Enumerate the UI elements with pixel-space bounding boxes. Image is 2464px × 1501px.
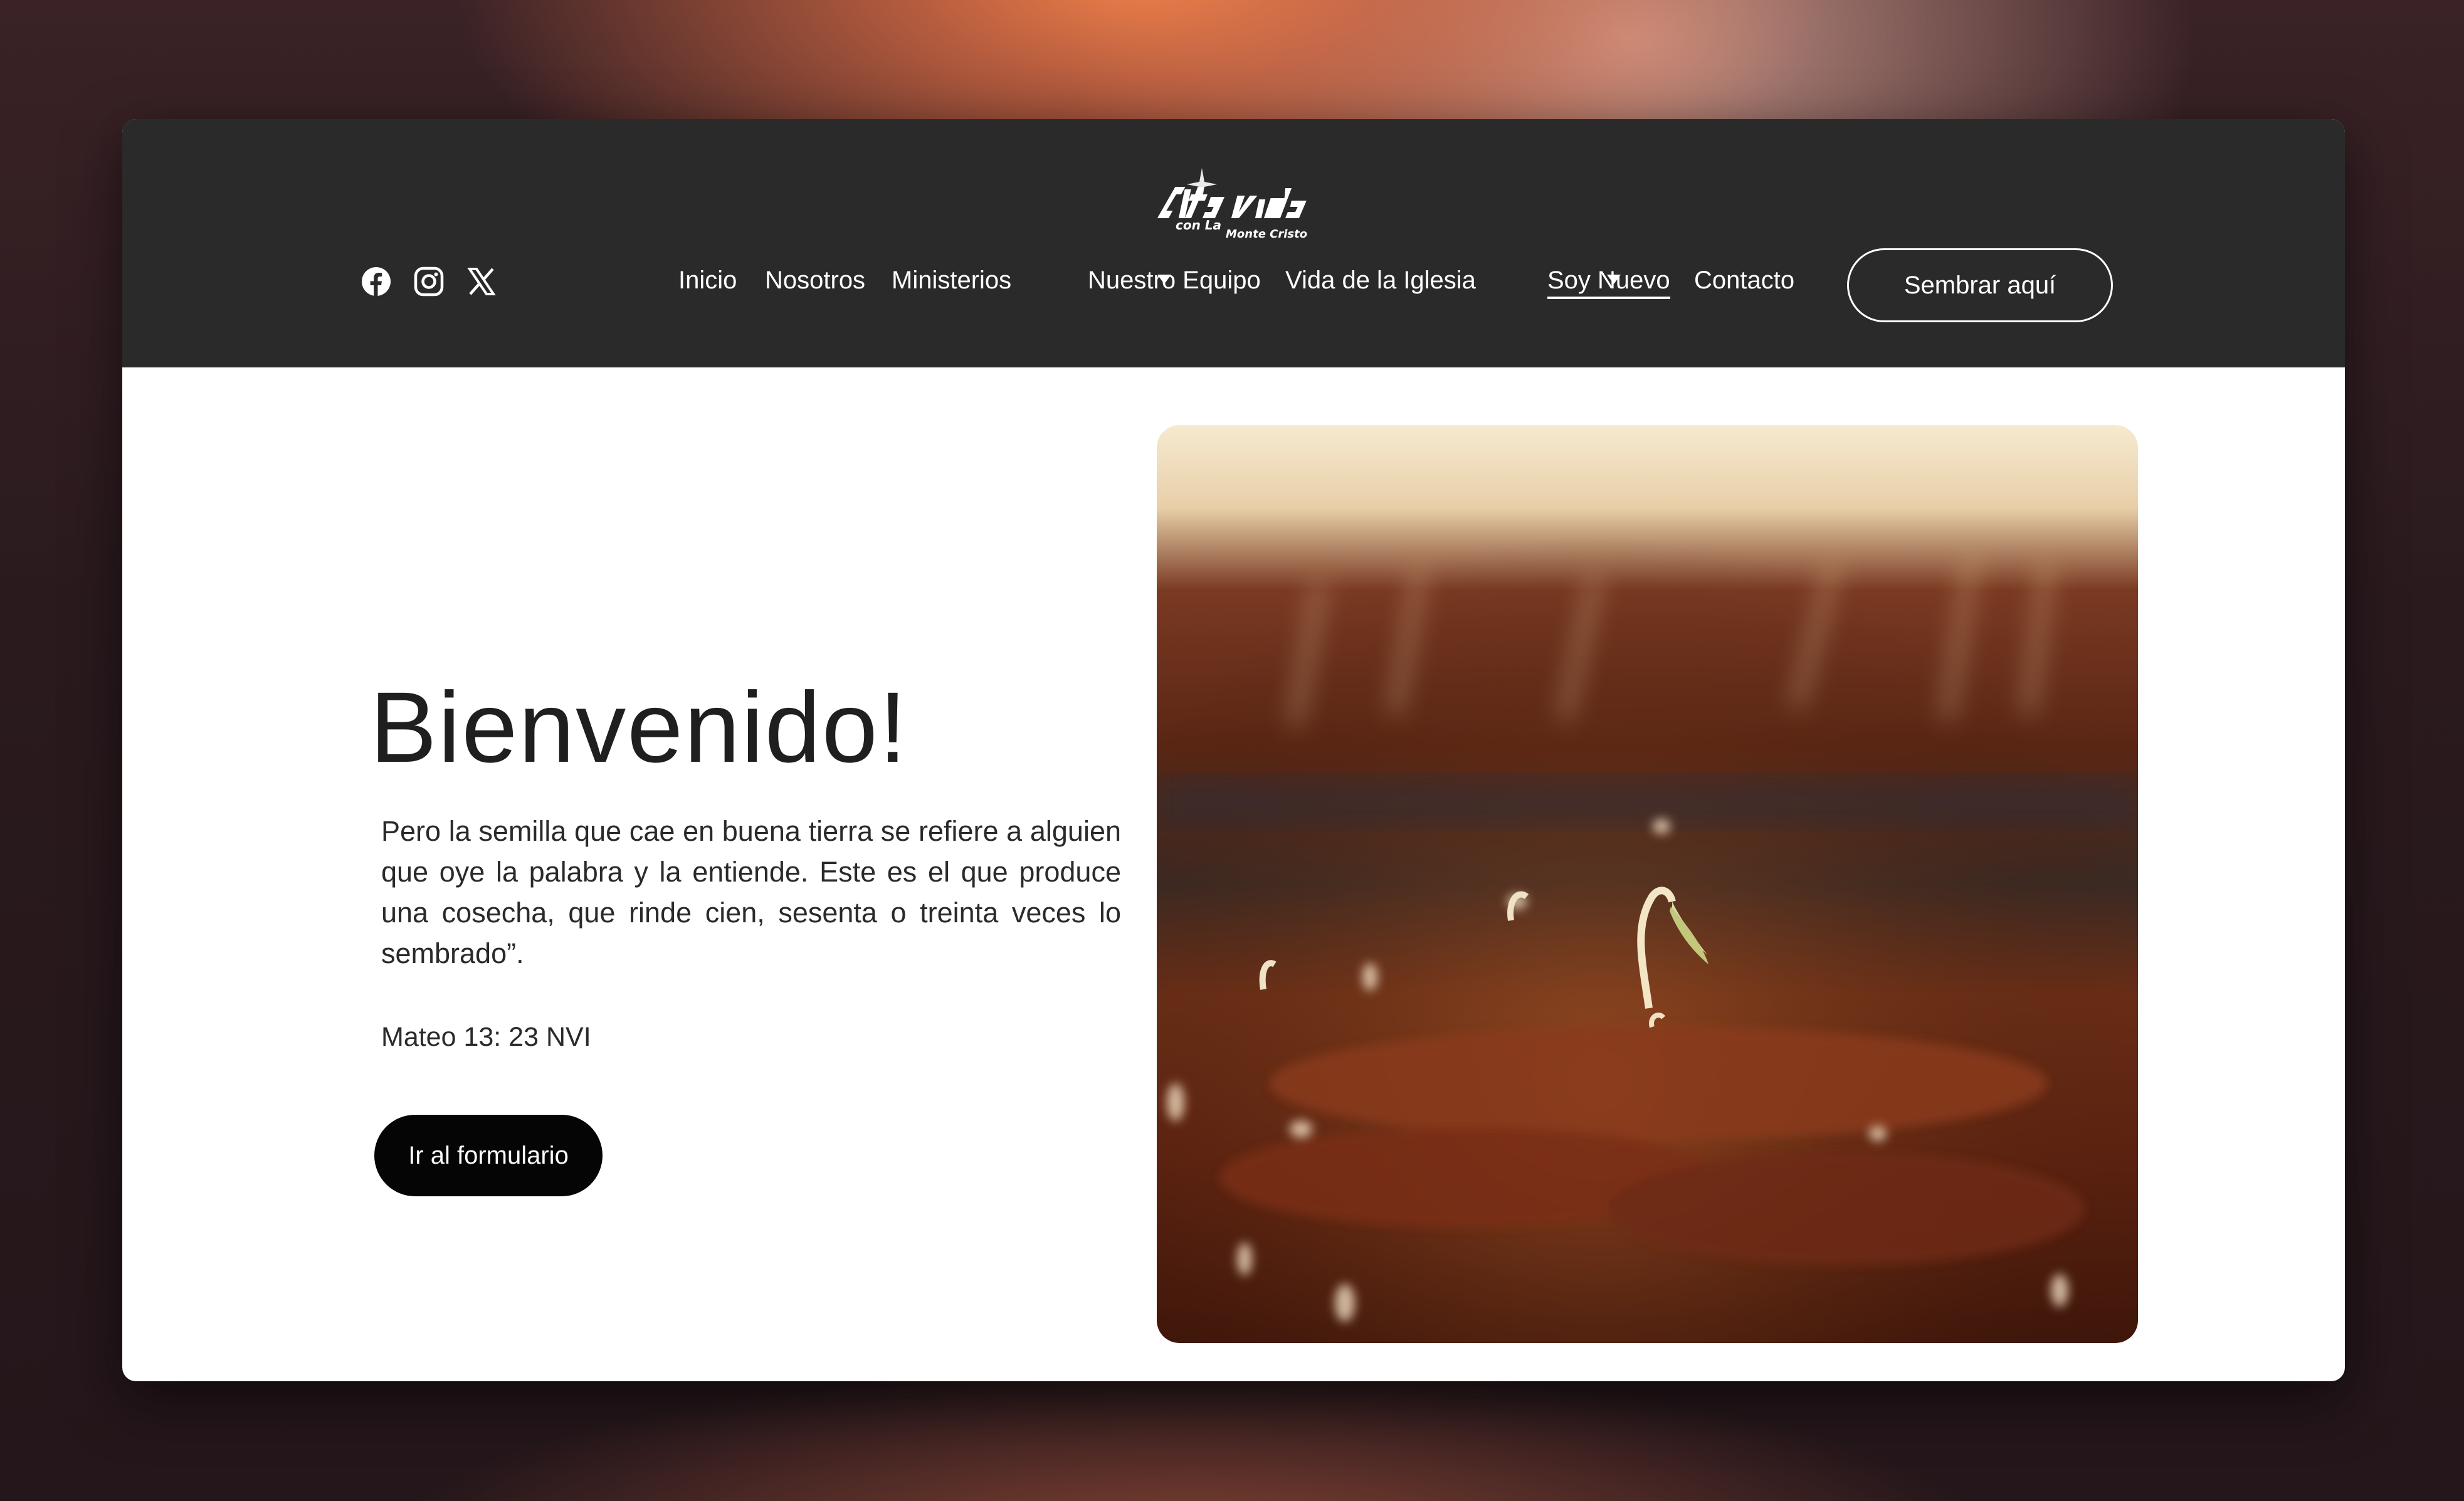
nav-item-nuestro-equipo[interactable]: Nuestro Equipo <box>1088 261 1261 299</box>
svg-text:Monte Cristo: Monte Cristo <box>1226 228 1307 238</box>
svg-text:con La: con La <box>1176 218 1221 233</box>
nav-item-inicio[interactable]: Inicio <box>678 261 737 299</box>
site-header: con La Monte Cristo Inicio Nosotros Mini… <box>122 119 2345 367</box>
bible-quote: Pero la semilla que cae en buena tierra … <box>381 815 1121 969</box>
nav-item-soy-nuevo[interactable]: Soy Nuevo <box>1547 261 1670 299</box>
go-to-form-button[interactable]: Ir al formulario <box>374 1115 603 1196</box>
nav-item-contacto[interactable]: Contacto <box>1694 261 1794 299</box>
sembrar-aqui-button[interactable]: Sembrar aquí <box>1847 248 2113 322</box>
browser-window: con La Monte Cristo Inicio Nosotros Mini… <box>122 119 2345 1381</box>
nav-item-nosotros[interactable]: Nosotros <box>765 261 865 299</box>
bible-reference: Mateo 13: 23 NVI <box>381 1022 591 1052</box>
hero-image-seedling <box>1157 425 2138 1343</box>
page-title: Bienvenido! <box>370 671 908 783</box>
nav-item-vida-de-la-iglesia[interactable]: Vida de la Iglesia <box>1285 261 1476 299</box>
nav-item-ministerios[interactable]: Ministerios <box>892 261 1011 299</box>
site-logo[interactable]: con La Monte Cristo <box>1150 162 1339 238</box>
